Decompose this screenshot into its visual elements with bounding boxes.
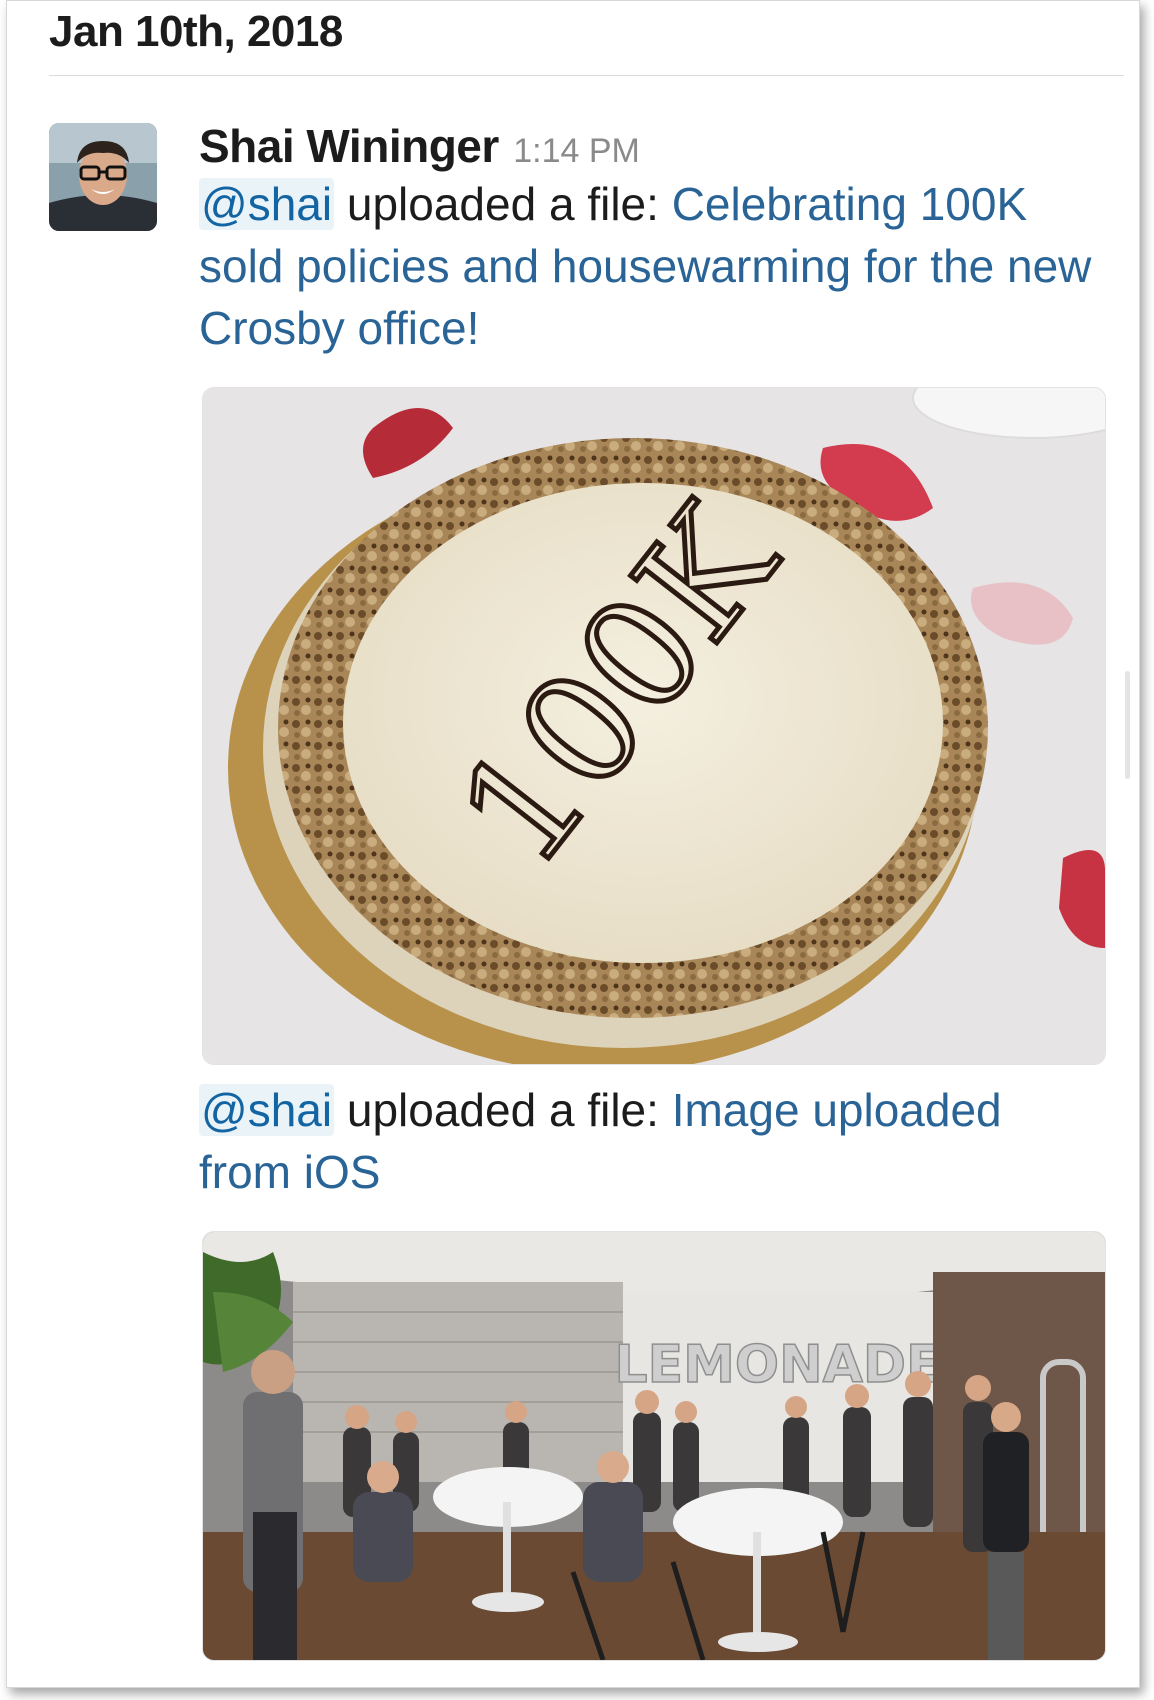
scrollbar-thumb[interactable] — [1125, 671, 1130, 779]
upload-message-1: @shai uploaded a file: Celebrating 100K … — [199, 173, 1099, 359]
day-divider-line — [49, 75, 1124, 76]
user-mention[interactable]: @shai — [199, 178, 335, 230]
upload-action-text: uploaded a file: — [334, 1084, 672, 1136]
message-pane: Jan 10th, 2018 Shai Wininger 1:14 PM @sh… — [6, 0, 1140, 1688]
message-header: Shai Wininger 1:14 PM — [199, 119, 640, 173]
file-preview-office[interactable]: LEMONADE — [202, 1231, 1106, 1661]
user-avatar-photo-icon — [49, 123, 157, 231]
file-preview-cake[interactable]: 100K — [202, 387, 1106, 1065]
avatar[interactable] — [49, 123, 157, 231]
user-mention[interactable]: @shai — [199, 1084, 335, 1136]
office-party-photo-icon: LEMONADE — [203, 1232, 1105, 1660]
cake-photo-icon: 100K — [203, 388, 1105, 1064]
upload-action-text: uploaded a file: — [334, 178, 672, 230]
wall-sign: LEMONADE — [614, 1335, 941, 1395]
message-timestamp[interactable]: 1:14 PM — [513, 132, 640, 170]
sender-name[interactable]: Shai Wininger — [199, 120, 499, 172]
day-divider-label: Jan 10th, 2018 — [49, 7, 343, 56]
upload-message-2: @shai uploaded a file: Image uploaded fr… — [199, 1079, 1099, 1203]
